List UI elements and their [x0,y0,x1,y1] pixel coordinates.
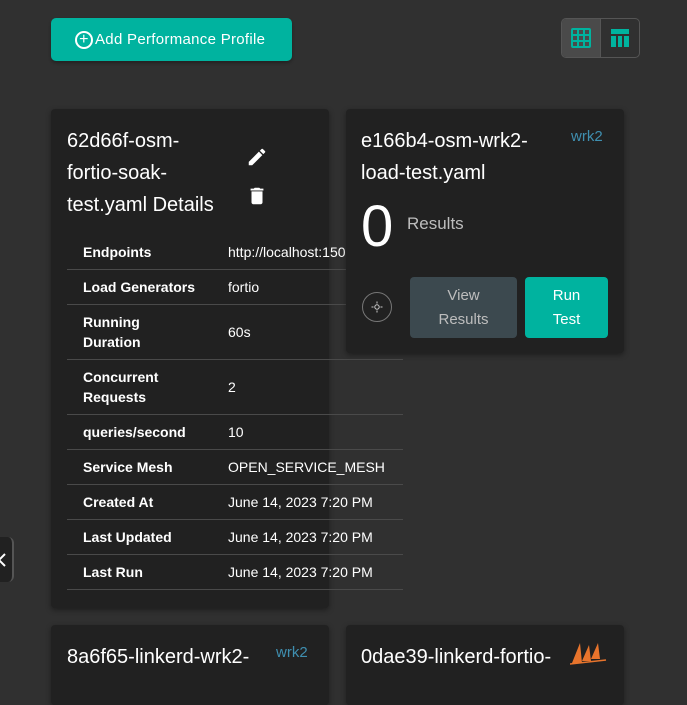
results-label: Results [407,214,464,233]
delete-button[interactable] [246,185,268,212]
view-toggle [561,18,640,58]
details-title-line: 62d66f-osm- [67,130,180,152]
table-row: Last Run June 14, 2023 7:20 PM [67,554,403,590]
table-view-button[interactable] [601,19,639,57]
profile-card-title: 8a6f65-linkerd-wrk2- [67,646,250,668]
gear-icon [371,301,383,313]
table-row: Concurrent Requests 2 [67,359,403,415]
profile-details-card: 62d66f-osm- fortio-soak- test.yaml Detai… [51,109,403,608]
table-row: Service Mesh OPEN_SERVICE_MESH [67,449,403,485]
run-test-label: Test [552,310,581,328]
run-test-button[interactable]: Run Test [525,277,608,338]
profile-card-title: 0dae39-linkerd-fortio- [361,646,552,668]
details-title-line: test.yaml Details [67,194,214,216]
table-row: Created At June 14, 2023 7:20 PM [67,484,403,520]
table-row: Last Updated June 14, 2023 7:20 PM [67,519,403,555]
grid-view-button[interactable] [562,19,601,57]
row-value: June 14, 2023 7:20 PM [212,554,403,590]
row-key: Created At [67,484,212,520]
details-title: 62d66f-osm- fortio-soak- test.yaml Detai… [67,125,247,221]
profile-card: 0dae39-linkerd-fortio- [346,625,624,705]
row-value: OPEN_SERVICE_MESH [212,449,403,485]
row-key: Load Generators [67,269,212,305]
row-value: June 14, 2023 7:20 PM [212,484,403,520]
collapse-drawer-button[interactable] [0,537,14,582]
view-results-button[interactable]: View Results [410,277,517,338]
view-results-label: View [447,286,480,304]
row-key: Last Updated [67,519,212,555]
edit-pencil-icon [248,148,266,166]
load-generator-tag: wrk2 [571,128,603,145]
profile-card: 8a6f65-linkerd-wrk2- wrk2 [51,625,329,705]
add-circle-icon: + [75,30,93,49]
results-title-line: e166b4-osm-wrk2- [361,130,528,152]
add-performance-profile-button[interactable]: + Add Performance Profile [51,18,292,61]
fortio-sailboat-logo [570,643,607,665]
chevron-left-icon [0,552,6,567]
load-generator-tag: wrk2 [276,644,308,661]
details-title-line: fortio-soak- [67,162,168,184]
table-view-icon [611,29,629,47]
settings-button[interactable] [362,292,392,322]
edit-button[interactable] [246,146,268,173]
grid-view-icon [571,28,591,48]
row-value: 10 [212,414,403,450]
row-value: June 14, 2023 7:20 PM [212,519,403,555]
row-key: queries/second [67,414,212,450]
results-count: 0 [361,194,394,259]
row-key: Endpoints [67,235,212,270]
row-key: Concurrent Requests [67,359,212,415]
view-results-label: Results [438,310,489,328]
run-test-label: Run [552,286,581,304]
delete-trash-icon [250,187,264,205]
results-card-title: e166b4-osm-wrk2- load-test.yaml [361,125,561,189]
add-performance-profile-label: Add Performance Profile [95,31,266,48]
row-key: Service Mesh [67,449,212,485]
row-value: 2 [212,359,403,415]
table-row: queries/second 10 [67,414,403,450]
profile-results-card: e166b4-osm-wrk2- load-test.yaml wrk2 0 R… [346,109,624,353]
row-key: Running Duration [67,304,212,360]
row-key: Last Run [67,554,212,590]
results-title-line: load-test.yaml [361,162,486,184]
